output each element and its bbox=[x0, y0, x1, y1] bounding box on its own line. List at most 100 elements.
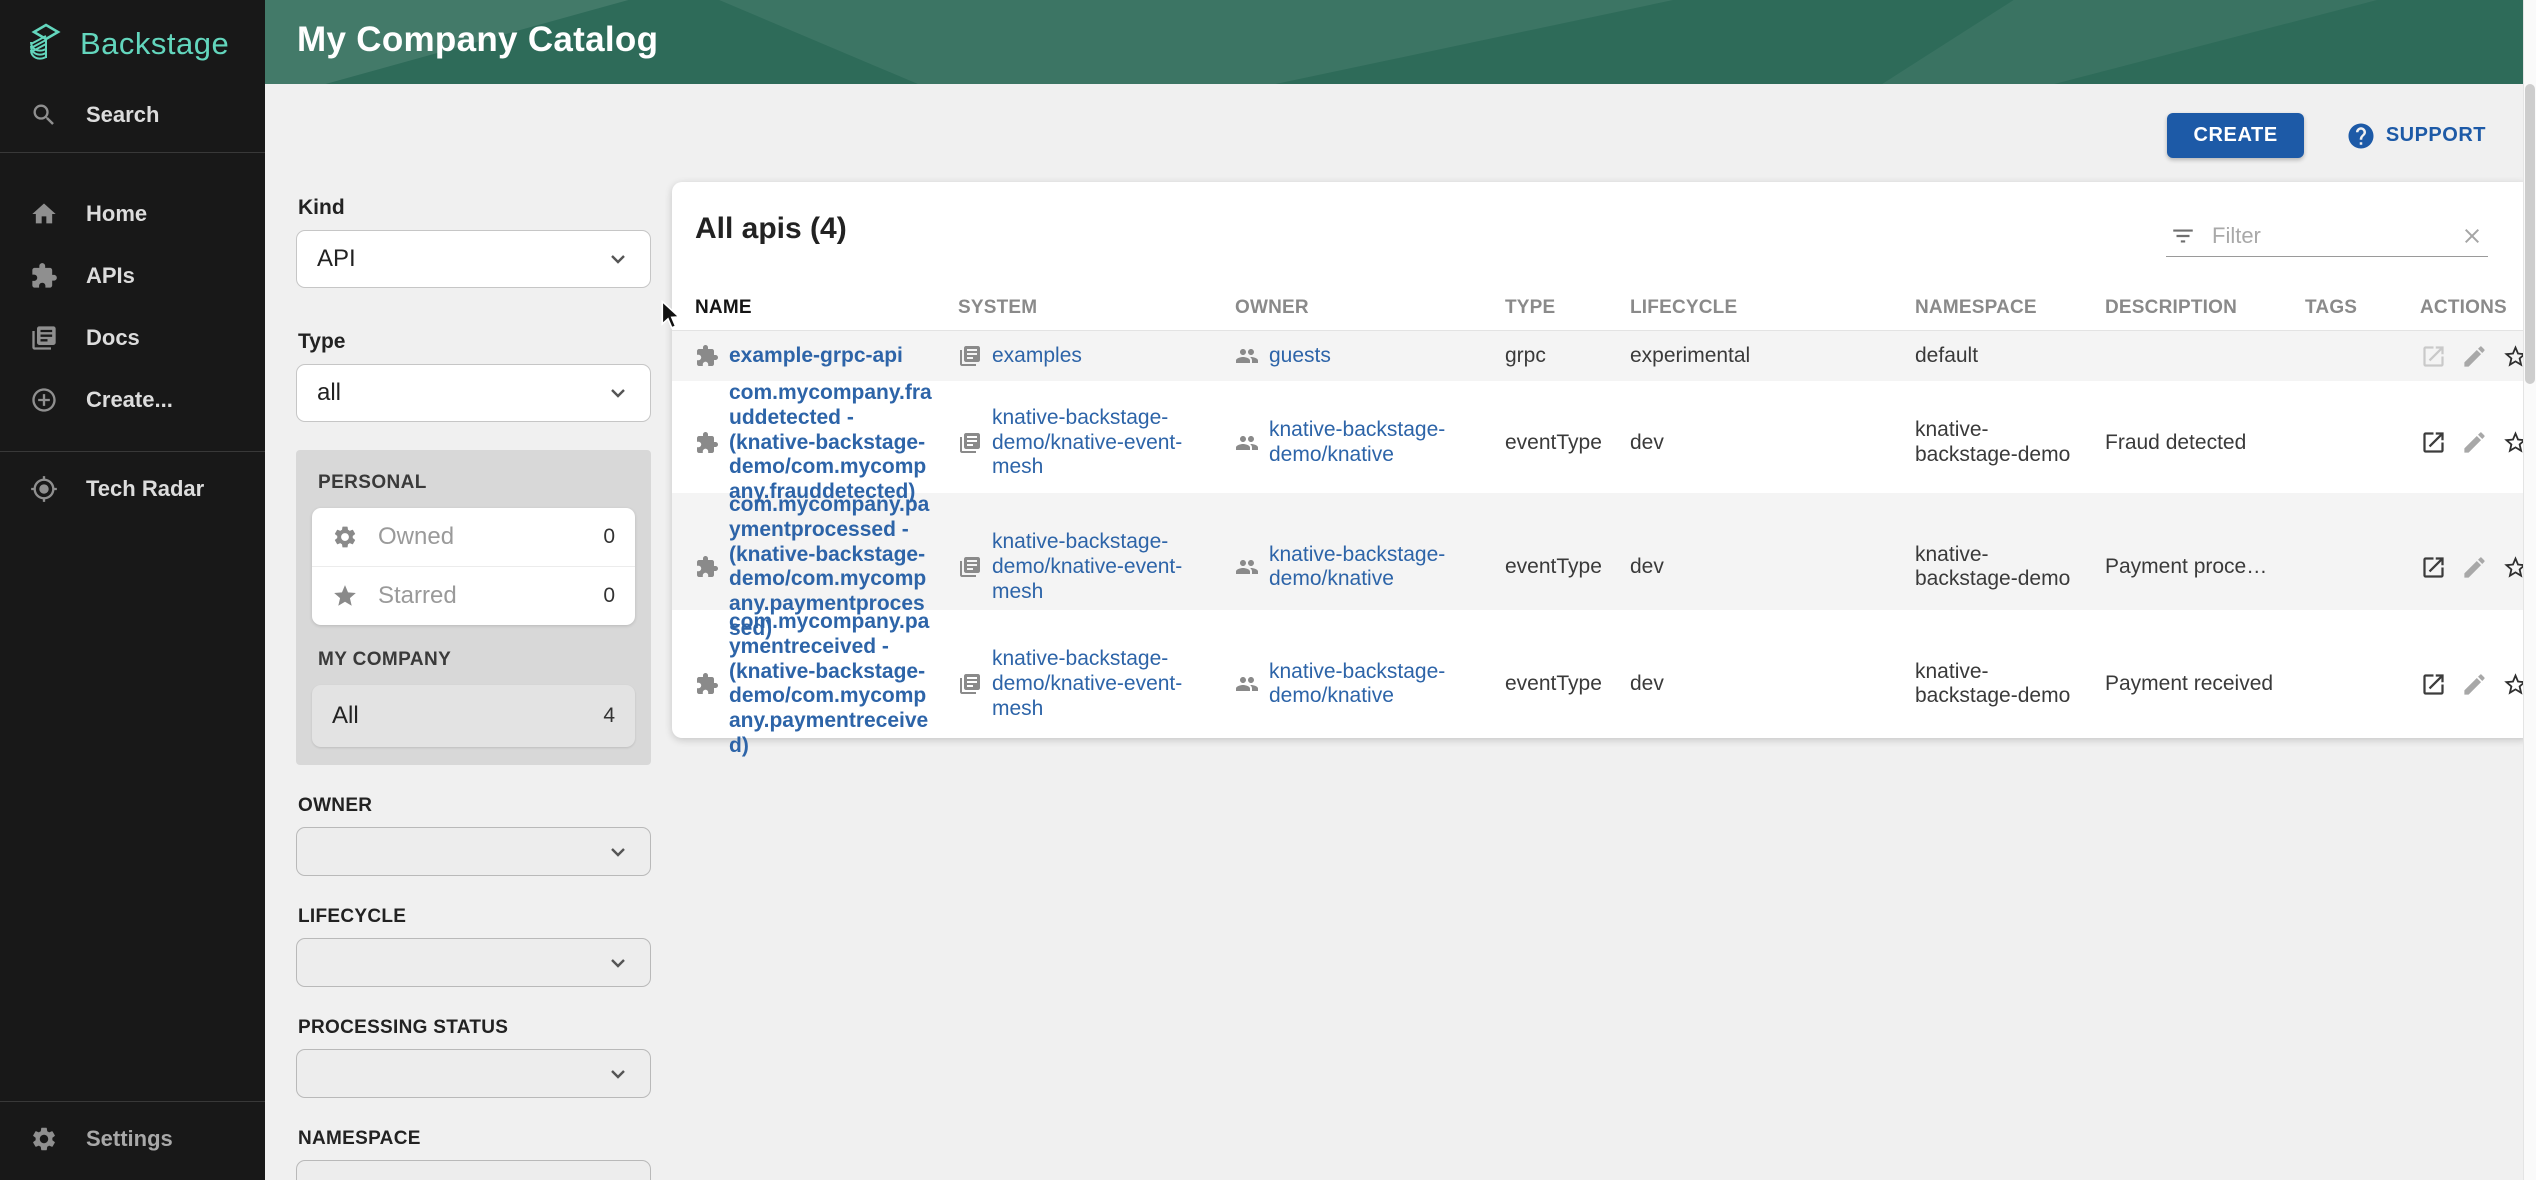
edit-button[interactable] bbox=[2461, 671, 2488, 698]
ownership-picker: PERSONAL Owned 0 Starred 0 MY COMPANY bbox=[296, 450, 651, 765]
system-link[interactable]: knative-backstage-demo/knative-event-mes… bbox=[992, 647, 1209, 721]
create-button[interactable]: CREATE bbox=[2167, 113, 2303, 158]
chevron-down-icon bbox=[606, 247, 630, 271]
column-header-actions: ACTIONS bbox=[2420, 297, 2532, 319]
open-in-new-button[interactable] bbox=[2420, 554, 2447, 581]
group-icon bbox=[1235, 555, 1259, 579]
sidebar-item-docs[interactable]: Docs bbox=[0, 307, 265, 369]
name-cell: com.mycompany.frauddetected - (knative-b… bbox=[695, 381, 958, 505]
entity-link[interactable]: example-grpc-api bbox=[729, 344, 903, 369]
sidebar-item-create[interactable]: Create... bbox=[0, 369, 265, 431]
edit-button[interactable] bbox=[2461, 429, 2488, 456]
starred-label: Starred bbox=[378, 582, 603, 610]
column-header-owner[interactable]: OWNER bbox=[1235, 297, 1505, 319]
lifecycle-label: LIFECYCLE bbox=[298, 906, 651, 928]
column-header-tags[interactable]: TAGS bbox=[2305, 297, 2420, 319]
catalog-title: All apis (4) bbox=[695, 212, 847, 246]
system-link[interactable]: knative-backstage-demo/knative-event-mes… bbox=[992, 530, 1209, 604]
extension-icon bbox=[695, 344, 719, 368]
kind-select[interactable]: API bbox=[296, 230, 651, 288]
owner-link[interactable]: guests bbox=[1269, 344, 1331, 369]
gear-icon bbox=[332, 524, 358, 550]
lifecycle-select[interactable] bbox=[296, 938, 651, 987]
table-filter-input[interactable] bbox=[2210, 222, 2446, 250]
clear-filter-icon[interactable] bbox=[2460, 224, 2484, 248]
group-icon bbox=[1235, 672, 1259, 696]
page-title: My Company Catalog bbox=[265, 0, 2536, 60]
owner-link[interactable]: knative-backstage-demo/knative bbox=[1269, 418, 1479, 468]
backstage-logo[interactable]: Backstage bbox=[0, 0, 265, 84]
open-in-new-icon bbox=[2420, 429, 2447, 456]
sidebar-item-label: Settings bbox=[86, 1126, 173, 1152]
gear-icon bbox=[30, 1125, 58, 1153]
open-in-new-button[interactable] bbox=[2420, 429, 2447, 456]
personal-card: Owned 0 Starred 0 bbox=[312, 508, 635, 625]
column-header-lifecycle[interactable]: LIFECYCLE bbox=[1630, 297, 1915, 319]
system-icon bbox=[958, 672, 982, 696]
column-header-name[interactable]: NAME bbox=[695, 297, 958, 319]
docs-icon bbox=[30, 324, 58, 352]
owner-cell: knative-backstage-demo/knative bbox=[1235, 543, 1505, 593]
column-header-type[interactable]: TYPE bbox=[1505, 297, 1630, 319]
owner-link[interactable]: knative-backstage-demo/knative bbox=[1269, 660, 1479, 710]
page-scrollbar[interactable] bbox=[2523, 0, 2536, 1180]
entity-link[interactable]: com.mycompany.paymentreceived - (knative… bbox=[729, 610, 932, 759]
actions-cell bbox=[2420, 343, 2532, 370]
group-icon bbox=[1235, 344, 1259, 368]
sidebar-item-home[interactable]: Home bbox=[0, 183, 265, 245]
owned-count: 0 bbox=[603, 525, 615, 549]
description-cell: Fraud detected bbox=[2105, 431, 2305, 456]
owned-filter[interactable]: Owned 0 bbox=[312, 508, 635, 566]
column-header-namespace[interactable]: NAMESPACE bbox=[1915, 297, 2105, 319]
owner-cell: guests bbox=[1235, 344, 1505, 369]
system-cell: knative-backstage-demo/knative-event-mes… bbox=[958, 406, 1235, 480]
owner-link[interactable]: knative-backstage-demo/knative bbox=[1269, 543, 1479, 593]
owner-select[interactable] bbox=[296, 827, 651, 876]
entity-link[interactable]: com.mycompany.frauddetected - (knative-b… bbox=[729, 381, 932, 505]
chevron-down-icon bbox=[606, 1173, 630, 1180]
processing-status-label: PROCESSING STATUS bbox=[298, 1017, 651, 1039]
sidebar-item-apis[interactable]: APIs bbox=[0, 245, 265, 307]
sidebar-divider bbox=[0, 152, 265, 153]
type-cell: eventType bbox=[1505, 672, 1630, 697]
edit-button[interactable] bbox=[2461, 554, 2488, 581]
home-icon bbox=[30, 200, 58, 228]
column-header-system[interactable]: SYSTEM bbox=[958, 297, 1235, 319]
table-row: com.mycompany.paymentreceived - (knative… bbox=[672, 610, 2532, 734]
namespace-select[interactable] bbox=[296, 1160, 651, 1180]
owned-label: Owned bbox=[378, 523, 603, 551]
lifecycle-cell: dev bbox=[1630, 672, 1915, 697]
namespace-cell: default bbox=[1915, 344, 2105, 369]
processing-status-select[interactable] bbox=[296, 1049, 651, 1098]
sidebar-item-label: APIs bbox=[86, 263, 135, 289]
toolbar: CREATE SUPPORT bbox=[2167, 113, 2486, 158]
filter-icon bbox=[2170, 223, 2196, 249]
my-company-header: MY COMPANY bbox=[318, 649, 635, 671]
system-link[interactable]: examples bbox=[992, 344, 1082, 369]
backstage-app: Backstage Search Home APIs Docs Create..… bbox=[0, 0, 2536, 1180]
open-in-new-button[interactable] bbox=[2420, 671, 2447, 698]
lifecycle-cell: dev bbox=[1630, 555, 1915, 580]
sidebar-item-settings[interactable]: Settings bbox=[0, 1108, 265, 1170]
type-select[interactable]: all bbox=[296, 364, 651, 422]
description-cell: Payment received bbox=[2105, 672, 2305, 697]
column-header-description[interactable]: DESCRIPTION bbox=[2105, 297, 2305, 319]
all-label: All bbox=[332, 702, 603, 730]
system-link[interactable]: knative-backstage-demo/knative-event-mes… bbox=[992, 406, 1209, 480]
system-icon bbox=[958, 555, 982, 579]
scrollbar-thumb[interactable] bbox=[2525, 84, 2535, 384]
edit-button[interactable] bbox=[2461, 343, 2488, 370]
starred-filter[interactable]: Starred 0 bbox=[312, 566, 635, 625]
sidebar-item-search[interactable]: Search bbox=[0, 84, 265, 146]
system-cell: examples bbox=[958, 344, 1235, 369]
namespace-cell: knative-backstage-demo bbox=[1915, 418, 2105, 468]
chevron-down-icon bbox=[606, 840, 630, 864]
catalog-card: All apis (4) NAME SYSTEM OWNER TYPE LIFE… bbox=[672, 182, 2532, 738]
type-select-value: all bbox=[317, 379, 341, 407]
namespace-cell: knative-backstage-demo bbox=[1915, 660, 2105, 710]
open-in-new-button[interactable] bbox=[2420, 343, 2447, 370]
type-cell: eventType bbox=[1505, 555, 1630, 580]
all-filter[interactable]: All 4 bbox=[312, 685, 635, 747]
support-button[interactable]: SUPPORT bbox=[2346, 121, 2486, 151]
sidebar-item-tech-radar[interactable]: Tech Radar bbox=[0, 458, 265, 520]
